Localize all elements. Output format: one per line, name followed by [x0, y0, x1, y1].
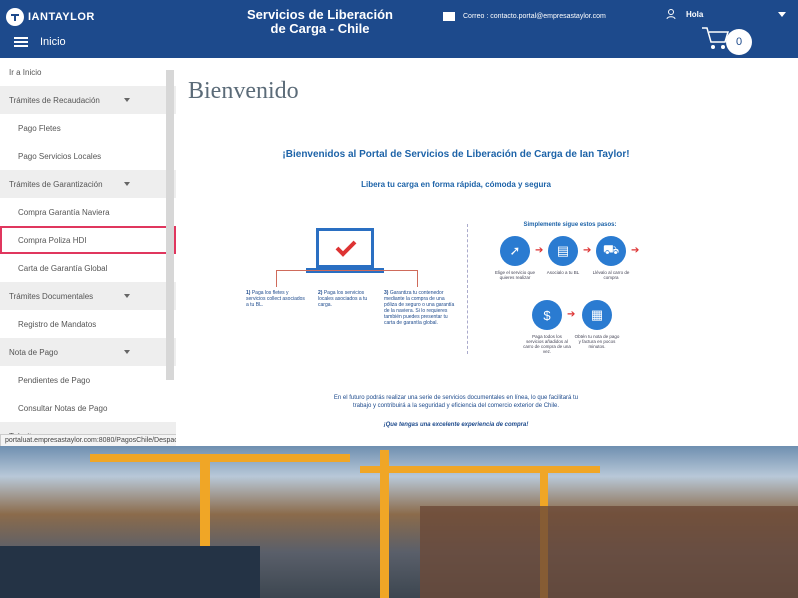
- sidebar-item-inicio[interactable]: Ir a Inicio: [0, 58, 176, 86]
- step-caption-1: Elige el servicio que quieres realizar: [494, 270, 536, 280]
- port-banner-image: [0, 446, 798, 598]
- slogan: Libera tu carga en forma rápida, cómoda …: [361, 180, 551, 189]
- logo-text: IANTAYLOR: [28, 11, 95, 23]
- welcome-heading: Bienvenido: [188, 78, 299, 104]
- sidebar-item-compra-garantia-naviera[interactable]: Compra Garantía Naviera: [0, 198, 176, 226]
- sidebar-group-garantizacion[interactable]: Trámites de Garantización: [0, 170, 176, 198]
- menu-toggle[interactable]: Inicio: [14, 36, 66, 48]
- sidebar-item-compra-poliza-hdi[interactable]: Compra Poliza HDI: [0, 226, 176, 254]
- crane-beam: [90, 454, 350, 462]
- right-steps-panel: Simplemente sigue estos pasos: ➚ ➔ ▤ ➔ ⛟…: [480, 222, 660, 372]
- sidebar-item-consultar-notas-pago[interactable]: Consultar Notas de Pago: [0, 394, 176, 422]
- step-caption-2: Asocialo a tu BL: [546, 270, 580, 275]
- left-step-3: 3) Garantiza tu contenedor mediante la c…: [384, 290, 455, 326]
- sidebar-item-pago-servicios-locales[interactable]: Pago Servicios Locales: [0, 142, 176, 170]
- documents-icon: ▤: [548, 236, 578, 266]
- steps-title: Simplemente sigue estos pasos:: [523, 222, 617, 228]
- menu-label[interactable]: Inicio: [40, 36, 66, 48]
- contact-email[interactable]: Correo : contacto.portal@empresastaylor.…: [443, 12, 606, 21]
- logo-mark-icon: [6, 8, 24, 26]
- arrow-right-icon: ➔: [567, 309, 576, 320]
- step-caption-5: Obtén tu nota de pago y factura en pocos…: [574, 334, 620, 349]
- crane-beam: [360, 466, 600, 473]
- chevron-down-icon[interactable]: [778, 12, 786, 17]
- left-step-2: 2) Paga los servicios locales asociados …: [318, 290, 368, 308]
- step-caption-3: Llévalo al carro de compra: [592, 270, 630, 280]
- sidebar: Ir a Inicio Trámites de Recaudación Pago…: [0, 58, 177, 446]
- sidebar-item-pendientes-pago[interactable]: Pendientes de Pago: [0, 366, 176, 394]
- steps-connector: [276, 270, 418, 287]
- page-title: Servicios de Liberación de Carga - Chile: [247, 7, 393, 36]
- sidebar-item-registro-mandatos[interactable]: Registro de Mandatos: [0, 310, 176, 338]
- sidebar-group-nota-pago[interactable]: Nota de Pago: [0, 338, 176, 366]
- chevron-down-icon: [124, 350, 130, 354]
- sidebar-scrollbar[interactable]: [166, 70, 174, 380]
- envelope-icon: [443, 12, 455, 21]
- sidebar-item-pago-fletes[interactable]: Pago Fletes: [0, 114, 176, 142]
- user-greeting[interactable]: Hola: [686, 10, 703, 19]
- arrow-right-icon: ➔: [583, 245, 592, 256]
- dollar-icon: $: [532, 300, 562, 330]
- step-caption-4: Paga todos los servicios añadidos al car…: [523, 334, 571, 354]
- chevron-down-icon: [124, 294, 130, 298]
- final-text: ¡Que tengas una excelente experiencia de…: [383, 422, 529, 428]
- section-divider: [467, 224, 468, 354]
- hamburger-icon[interactable]: [14, 37, 28, 47]
- left-steps-panel: 1) Paga los fletes y servicios collect a…: [246, 222, 466, 352]
- cursor-icon: ➚: [500, 236, 530, 266]
- left-step-1: 1) Paga los fletes y servicios collect a…: [246, 290, 305, 308]
- arrow-right-icon: ➔: [535, 245, 544, 256]
- sidebar-item-carta-garantia-global[interactable]: Carta de Garantía Global: [0, 254, 176, 282]
- chevron-down-icon: [124, 98, 130, 102]
- user-icon: [666, 9, 676, 19]
- brand-logo[interactable]: IANTAYLOR: [6, 8, 95, 26]
- welcome-title: ¡Bienvenidos al Portal de Servicios de L…: [282, 149, 630, 160]
- cart-count-badge[interactable]: 0: [726, 29, 752, 55]
- receipt-icon: ▦: [582, 300, 612, 330]
- future-text: En el futuro podrás realizar una serie d…: [333, 395, 579, 409]
- cart-step-icon: ⛟: [596, 236, 626, 266]
- top-header: IANTAYLOR Inicio Servicios de Liberación…: [0, 0, 798, 58]
- containers-stack: [420, 506, 798, 598]
- user-menu[interactable]: Hola: [666, 9, 703, 19]
- laptop-icon: [316, 228, 374, 268]
- email-label[interactable]: Correo : contacto.portal@empresastaylor.…: [463, 13, 606, 20]
- sidebar-group-recaudacion[interactable]: Trámites de Recaudación: [0, 86, 176, 114]
- main-content: Bienvenido ¡Bienvenidos al Portal de Ser…: [176, 58, 798, 446]
- arrow-right-icon: ➔: [631, 245, 640, 256]
- sidebar-group-documentales[interactable]: Trámites Documentales: [0, 282, 176, 310]
- ship: [0, 546, 260, 598]
- chevron-down-icon: [124, 182, 130, 186]
